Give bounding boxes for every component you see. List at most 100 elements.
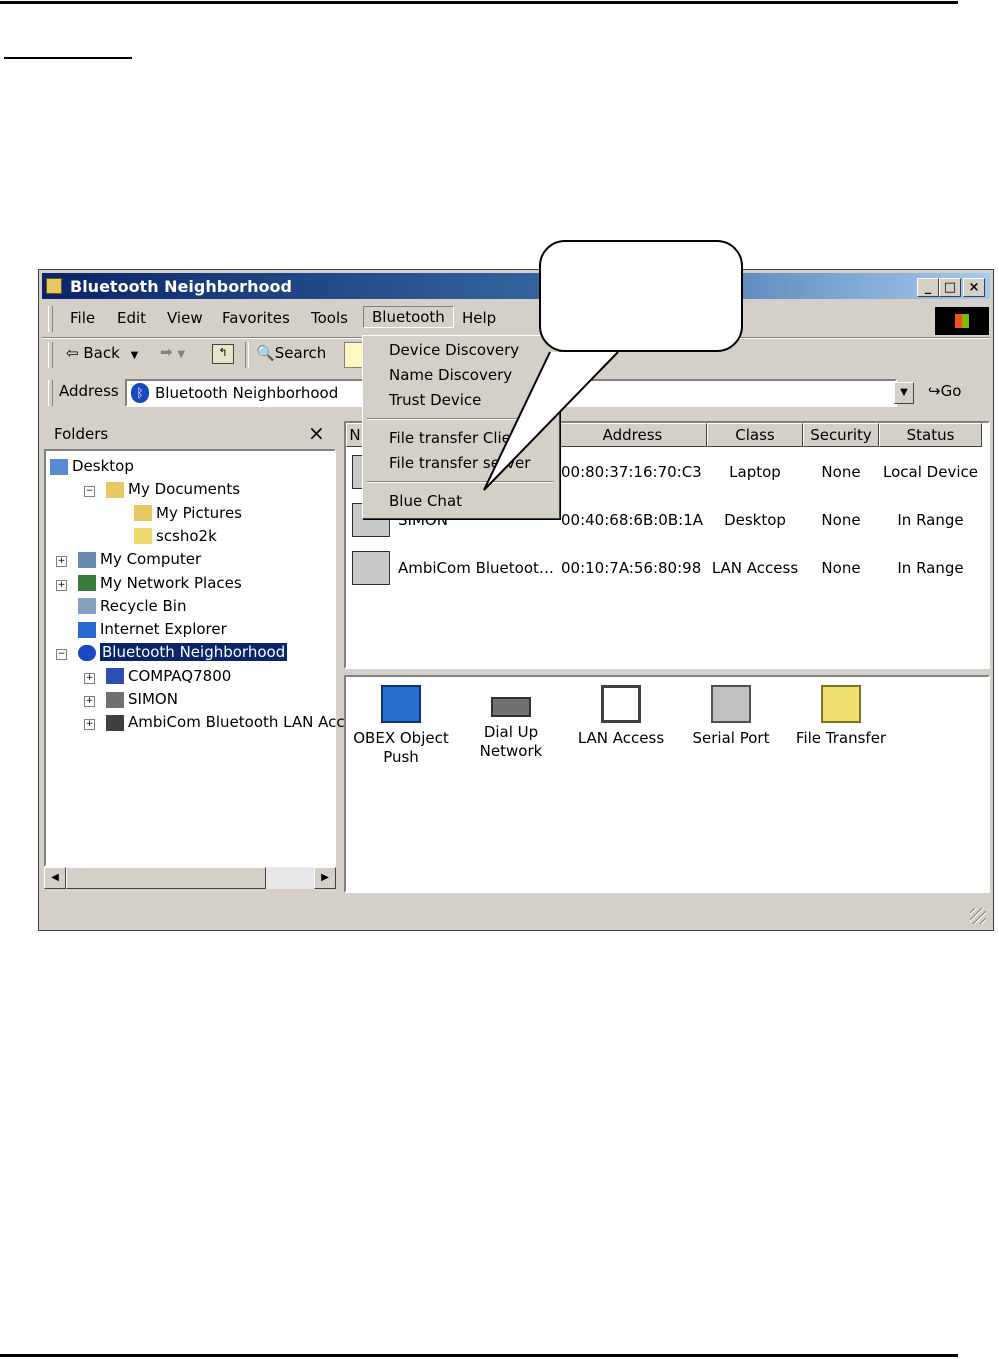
heading-underline <box>4 57 132 59</box>
tree-item[interactable]: − My Documents <box>78 480 240 503</box>
menu-bar: File Edit View Favorites Tools Bluetooth… <box>42 303 990 335</box>
column-security[interactable]: Security <box>803 423 879 447</box>
folders-toggle-icon[interactable] <box>344 342 364 368</box>
tree-item-label: SIMON <box>128 690 178 708</box>
bluetooth-icon: ᛒ <box>131 383 149 403</box>
title-bar[interactable]: Bluetooth Neighborhood _ □ × <box>42 273 990 299</box>
tree-item[interactable]: + AmbiCom Bluetooth LAN Acce <box>78 713 354 736</box>
tree-item-label: Desktop <box>72 457 134 475</box>
menubar-grip <box>48 306 53 332</box>
scroll-right-icon[interactable]: ▶ <box>314 867 336 889</box>
tree-item-label: Internet Explorer <box>100 620 227 639</box>
menu-file[interactable]: File <box>70 309 95 327</box>
cell-name: AmbiCom Bluetoot… <box>398 559 554 577</box>
service-obex-push[interactable]: OBEX Object Push <box>346 685 456 767</box>
tree-item[interactable]: − Bluetooth Neighborhood <box>50 643 288 666</box>
go-label: Go <box>940 382 962 400</box>
menu-view[interactable]: View <box>167 309 203 327</box>
folders-close-icon[interactable]: × <box>308 421 325 445</box>
folders-title: Folders <box>54 425 109 443</box>
cell-security: None <box>821 559 861 577</box>
tree-item[interactable]: Recycle Bin <box>50 597 186 620</box>
scroll-thumb[interactable] <box>66 867 266 889</box>
tree-expander-icon[interactable]: + <box>84 696 95 707</box>
service-file-transfer[interactable]: File Transfer <box>786 685 896 748</box>
column-status[interactable]: Status <box>879 423 982 447</box>
tree-expander-icon[interactable]: + <box>56 556 67 568</box>
address-value: Bluetooth Neighborhood <box>155 384 339 402</box>
maximize-button[interactable]: □ <box>939 278 961 297</box>
bluetooth-icon <box>78 644 96 661</box>
menu-bluetooth[interactable]: Bluetooth <box>363 306 454 328</box>
tree-expander-icon[interactable]: − <box>84 486 95 498</box>
resize-grip-icon[interactable] <box>970 908 986 924</box>
recycle-bin-icon <box>78 598 96 615</box>
cell-security: None <box>821 511 861 529</box>
back-dropdown-icon[interactable]: ▼ <box>131 350 139 361</box>
close-button[interactable]: × <box>963 278 985 297</box>
serial-port-icon <box>711 685 751 723</box>
folder-icon <box>134 528 152 545</box>
status-bar <box>42 898 990 928</box>
service-lan-access[interactable]: LAN Access <box>566 685 676 748</box>
cell-address: 00:40:68:6B:0B:1A <box>561 511 704 529</box>
modem-icon <box>491 697 531 717</box>
toolbar-separator <box>245 342 249 368</box>
search-button[interactable]: 🔍Search <box>256 344 326 362</box>
folders-header: Folders × <box>44 421 336 449</box>
service-serial-port[interactable]: Serial Port <box>676 685 786 748</box>
addressbar-grip <box>48 380 53 406</box>
service-label: Dial Up Network <box>479 723 543 760</box>
menu-item-trust-device[interactable]: Trust Device <box>389 391 481 409</box>
back-button[interactable]: ⇦ Back ▼ <box>66 344 138 362</box>
tree-item[interactable]: + COMPAQ7800 <box>78 667 231 690</box>
tree-item-label: Recycle Bin <box>100 596 187 615</box>
folders-pane: Folders × Desktop − My Documents My Picture… <box>44 421 354 896</box>
tree-item[interactable]: Internet Explorer <box>50 620 227 643</box>
internet-explorer-icon <box>78 621 96 638</box>
windows-logo-icon <box>935 307 989 335</box>
go-button[interactable]: ↪Go <box>928 382 961 400</box>
menu-help[interactable]: Help <box>462 309 496 327</box>
tree-expander-icon[interactable]: − <box>56 649 67 661</box>
tree-item-label: My Pictures <box>156 503 242 522</box>
cell-status: In Range <box>897 511 964 529</box>
tree-expander-icon[interactable]: + <box>84 672 95 684</box>
tree-item[interactable]: + My Network Places <box>50 574 242 597</box>
menu-tools[interactable]: Tools <box>311 309 348 327</box>
callout-pointer <box>483 351 619 491</box>
menu-favorites[interactable]: Favorites <box>222 309 290 327</box>
search-label: Search <box>274 344 327 362</box>
tree-item[interactable]: + SIMON <box>78 690 178 713</box>
menu-item-blue-chat[interactable]: Blue Chat <box>389 492 462 510</box>
column-class[interactable]: Class <box>707 423 803 447</box>
scroll-left-icon[interactable]: ◀ <box>44 867 66 889</box>
minimize-button[interactable]: _ <box>917 278 939 297</box>
tree-expander-icon[interactable]: + <box>84 719 95 731</box>
cell-class: Desktop <box>724 511 786 529</box>
lan-access-icon <box>352 551 390 585</box>
forward-button[interactable]: ➡ ▼ <box>160 343 185 361</box>
cell-status: Local Device <box>883 463 978 481</box>
search-icon: 🔍 <box>256 344 275 362</box>
tree-item[interactable]: scsho2k <box>106 527 217 550</box>
cell-security: None <box>821 463 861 481</box>
services-pane: OBEX Object Push Dial Up Network LAN Acces… <box>344 675 990 893</box>
folders-horizontal-scrollbar[interactable]: ◀ ▶ <box>44 867 336 889</box>
tree-item[interactable]: My Pictures <box>106 504 242 527</box>
tree-item[interactable]: Desktop <box>50 457 134 480</box>
back-label: Back <box>83 344 120 362</box>
up-folder-icon[interactable]: ↰ <box>212 344 234 364</box>
network-places-icon <box>78 575 96 591</box>
table-row[interactable]: AmbiCom Bluetoot… 00:10:7A:56:80:98 LAN Ac… <box>346 549 986 593</box>
tree-item[interactable]: + My Computer <box>50 550 201 573</box>
window-title: Bluetooth Neighborhood <box>70 277 292 296</box>
laptop-icon <box>106 668 124 685</box>
service-modem[interactable]: Dial Up Network <box>456 685 566 761</box>
bottom-rule <box>0 1354 958 1357</box>
window-icon <box>46 278 62 294</box>
tree-item-label: My Computer <box>100 550 202 569</box>
tree-expander-icon[interactable]: + <box>56 579 67 591</box>
address-dropdown-button[interactable]: ▼ <box>894 382 914 404</box>
menu-edit[interactable]: Edit <box>117 309 146 327</box>
